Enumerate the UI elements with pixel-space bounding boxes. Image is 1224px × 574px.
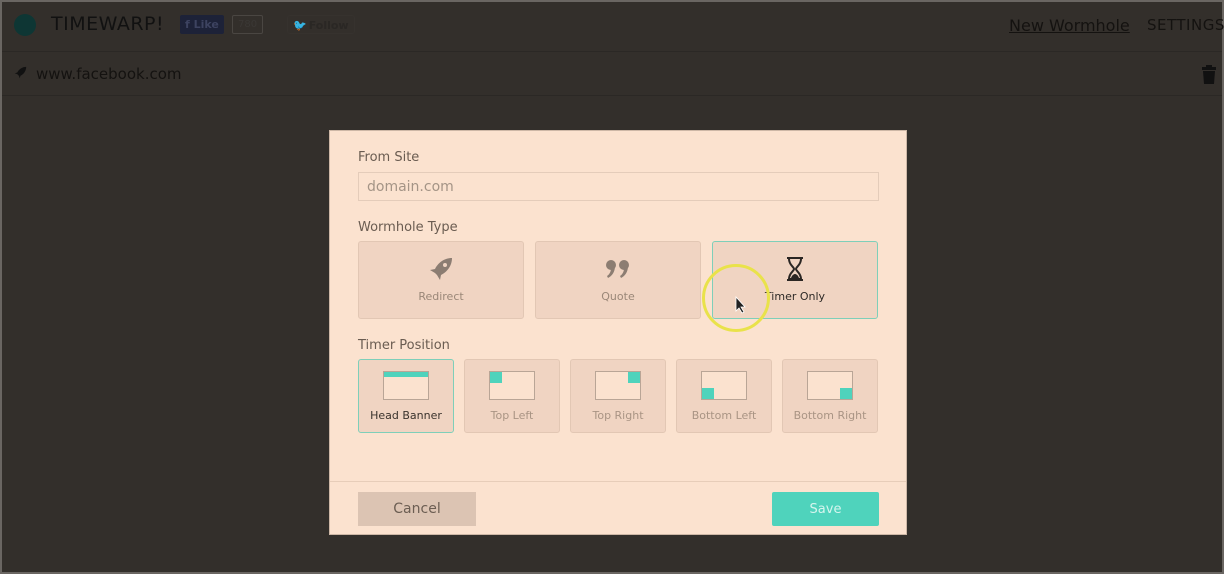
wormhole-type-group: Redirect Quote Timer Only — [358, 241, 879, 320]
wormhole-row: www.facebook.com — [2, 53, 1222, 96]
wormhole-type-label: Timer Only — [764, 290, 826, 303]
bottom-left-preview-icon — [701, 371, 747, 400]
brand-title: TIMEWARP! — [51, 13, 165, 35]
wormhole-type-label: Quote — [601, 290, 635, 303]
timer-position-head-banner[interactable]: Head Banner — [358, 359, 454, 433]
wormhole-type-redirect[interactable]: Redirect — [358, 241, 524, 319]
top-bar: TIMEWARP! f Like 780 🐦 Follow New Wormhol… — [2, 2, 1224, 52]
facebook-like-label: Like — [193, 18, 219, 31]
timer-position-label: Top Left — [490, 409, 534, 422]
hourglass-icon — [713, 256, 877, 282]
bottom-right-preview-icon — [807, 371, 853, 400]
wormhole-url: www.facebook.com — [36, 65, 182, 83]
wormhole-type-timer-only[interactable]: Timer Only — [712, 241, 878, 319]
save-button[interactable]: Save — [772, 492, 879, 526]
facebook-icon: f — [185, 18, 194, 31]
twitter-bird-icon: 🐦 — [293, 19, 307, 32]
from-site-input[interactable] — [358, 172, 879, 201]
timer-position-label: Bottom Left — [691, 409, 757, 422]
top-left-preview-icon — [489, 371, 535, 400]
new-wormhole-modal: From Site Wormhole Type Redirect Quote T… — [329, 130, 907, 535]
timer-position-top-left[interactable]: Top Left — [464, 359, 560, 433]
head-banner-preview-icon — [383, 371, 429, 400]
timer-position-label: Head Banner — [370, 409, 442, 422]
top-right-preview-icon — [595, 371, 641, 400]
trash-icon[interactable] — [1201, 65, 1217, 85]
facebook-like-button[interactable]: f Like — [180, 15, 224, 34]
new-wormhole-link[interactable]: New Wormhole — [1009, 16, 1130, 35]
wormhole-type-label: Redirect — [418, 290, 464, 303]
modal-footer-divider — [330, 481, 906, 482]
timer-position-bottom-right[interactable]: Bottom Right — [782, 359, 878, 433]
twitter-follow-button[interactable]: 🐦 Follow — [287, 15, 355, 34]
timer-position-bottom-left[interactable]: Bottom Left — [676, 359, 772, 433]
timer-position-label: Bottom Right — [793, 409, 867, 422]
rocket-icon — [14, 66, 27, 83]
from-site-label: From Site — [358, 150, 420, 165]
facebook-like-count: 780 — [232, 15, 264, 34]
timer-position-label: Timer Position — [358, 338, 450, 353]
timer-position-top-right[interactable]: Top Right — [570, 359, 666, 433]
cancel-button[interactable]: Cancel — [358, 492, 476, 526]
timewarp-logo-icon — [14, 14, 36, 36]
timer-position-label: Top Right — [592, 409, 644, 422]
wormhole-type-quote[interactable]: Quote — [535, 241, 701, 319]
timer-position-group: Head Banner Top Left Top Right Bottom Le… — [358, 359, 879, 434]
settings-link[interactable]: SETTINGS — [1147, 16, 1224, 34]
wormhole-type-label: Wormhole Type — [358, 220, 458, 235]
rocket-icon — [359, 256, 523, 282]
twitter-follow-label: Follow — [308, 19, 349, 32]
quote-icon — [536, 256, 700, 282]
